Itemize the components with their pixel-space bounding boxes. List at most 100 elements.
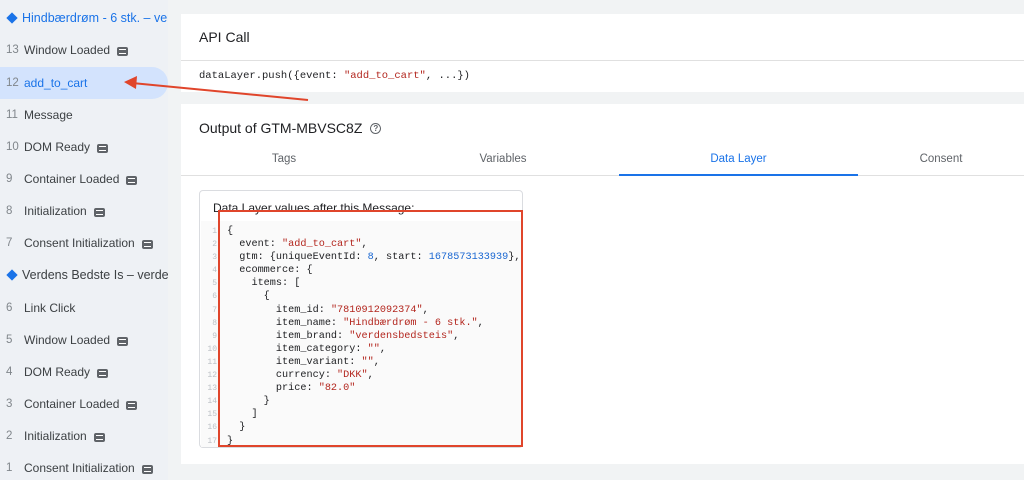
- code-line: gtm: {uniqueEventId: 8, start: 167857313…: [227, 251, 521, 264]
- code-text: item_brand:: [227, 330, 350, 342]
- tag-fired-icon: [126, 400, 138, 410]
- tab-variables[interactable]: Variables: [387, 142, 619, 176]
- line-number: 4: [212, 266, 217, 276]
- sidebar-event-8[interactable]: 8 Initialization: [0, 195, 168, 227]
- event-number: 4: [6, 366, 13, 378]
- event-number: 1: [6, 462, 13, 474]
- code-text: currency:: [227, 370, 338, 382]
- event-label: Container Loaded: [24, 397, 120, 411]
- output-title-text: Output of GTM-MBVSC8Z: [199, 120, 363, 136]
- code-text: item_category:: [227, 343, 368, 355]
- sidebar-event-13[interactable]: 13 Window Loaded: [0, 34, 168, 66]
- tag-fired-icon: [141, 464, 153, 474]
- tag-fired-icon: [93, 207, 105, 217]
- event-label: Window Loaded: [24, 333, 111, 347]
- tag-fired-icon: [126, 175, 138, 185]
- event-label: Consent Initialization: [24, 236, 135, 250]
- code-text: , ...}): [425, 70, 470, 82]
- sidebar-event-2[interactable]: 2 Initialization: [0, 420, 168, 452]
- event-number: 9: [6, 173, 13, 185]
- event-label: Link Click: [24, 301, 76, 315]
- data-layer-card: Data Layer values after this Message: 1 …: [199, 190, 523, 448]
- code-text: ,: [373, 356, 380, 368]
- code-line: item_variant: "",: [227, 356, 521, 369]
- data-layer-card-title: Data Layer values after this Message:: [213, 201, 415, 215]
- line-number: 12: [207, 371, 217, 381]
- line-number: 17: [207, 436, 217, 446]
- code-lines: { event: "add_to_cart", gtm: {uniqueEven…: [227, 225, 521, 448]
- sidebar-event-9[interactable]: 9 Container Loaded: [0, 163, 168, 195]
- code-line: item_brand: "verdensbedsteis",: [227, 330, 521, 343]
- sidebar-event-7[interactable]: 7 Consent Initialization: [0, 227, 168, 259]
- code-line: price: "82.0": [227, 382, 521, 395]
- code-text: }: [227, 435, 234, 447]
- event-number: 12: [6, 77, 19, 89]
- code-string: "verdensbedsteis": [349, 330, 454, 342]
- active-tab-indicator: [619, 174, 858, 176]
- page-diamond-icon: [6, 269, 18, 281]
- code-line: }: [227, 435, 521, 448]
- line-number: 5: [212, 279, 217, 289]
- sidebar-event-1[interactable]: 1 Consent Initialization: [0, 452, 168, 480]
- code-string: "add_to_cart": [343, 70, 426, 82]
- line-number: 9: [212, 331, 217, 341]
- code-string: "Hindbærdrøm - 6 stk.": [343, 317, 478, 329]
- code-text: ,: [379, 343, 386, 355]
- line-number: 11: [207, 357, 217, 367]
- line-number: 3: [212, 253, 217, 263]
- page-diamond-icon: [6, 12, 18, 24]
- code-text: item_id:: [227, 304, 331, 316]
- sidebar-event-10[interactable]: 10 DOM Ready: [0, 131, 168, 163]
- code-line: }: [227, 421, 521, 434]
- event-number: 5: [6, 334, 13, 346]
- sidebar-event-11[interactable]: 11 Message: [0, 99, 168, 131]
- code-text: item_variant:: [227, 356, 362, 368]
- sidebar-event-12[interactable]: 12 add_to_cart: [0, 67, 168, 99]
- event-number: 8: [6, 205, 13, 217]
- data-layer-code: 1 2 3 4 5 6 7 8 9 10 11 12 13 14 15 16 1…: [201, 221, 522, 447]
- sidebar-group-hindbaerdrom[interactable]: Hindbærdrøm - 6 stk. – ver: [0, 2, 168, 34]
- code-line: currency: "DKK",: [227, 369, 521, 382]
- help-icon[interactable]: ?: [370, 122, 382, 134]
- tab-consent[interactable]: Consent: [858, 142, 1024, 176]
- group-title: Hindbærdrøm - 6 stk. – ver: [22, 11, 168, 25]
- code-text: dataLayer.push({event:: [199, 70, 344, 82]
- sidebar-event-5[interactable]: 5 Window Loaded: [0, 324, 168, 356]
- tab-tags[interactable]: Tags: [181, 142, 387, 176]
- sidebar-event-6[interactable]: 6 Link Click: [0, 292, 168, 324]
- tab-data-layer[interactable]: Data Layer: [619, 142, 858, 176]
- event-number: 13: [6, 44, 19, 56]
- output-panel: Output of GTM-MBVSC8Z ? Tags Variables D…: [181, 104, 1024, 464]
- code-line: items: [: [227, 277, 521, 290]
- sidebar-event-3[interactable]: 3 Container Loaded: [0, 388, 168, 420]
- event-label: Message: [24, 108, 73, 122]
- code-line: {: [227, 225, 521, 238]
- code-text: }: [227, 396, 270, 408]
- line-number: 10: [207, 344, 217, 354]
- code-text: ecommerce: {: [227, 265, 313, 277]
- group-title: Verdens Bedste Is – verden: [22, 268, 168, 282]
- code-text: },: [508, 252, 521, 264]
- code-text: ,: [453, 330, 460, 342]
- code-text: items: [: [227, 278, 301, 290]
- event-label: DOM Ready: [24, 140, 91, 154]
- tag-fired-icon: [93, 432, 105, 442]
- event-label: Consent Initialization: [24, 461, 135, 475]
- line-number: 1: [212, 227, 217, 236]
- code-line: event: "add_to_cart",: [227, 238, 521, 251]
- code-string: "82.0": [318, 383, 356, 395]
- event-number: 6: [6, 302, 13, 314]
- sidebar-event-4[interactable]: 4 DOM Ready: [0, 356, 168, 388]
- event-number: 10: [6, 141, 19, 153]
- event-number: 7: [6, 237, 13, 249]
- code-text: gtm: {uniqueEventId:: [227, 252, 368, 264]
- code-text: ,: [477, 317, 484, 329]
- code-string: "": [361, 356, 374, 368]
- code-line: ecommerce: {: [227, 264, 521, 277]
- line-number: 8: [212, 318, 217, 328]
- event-label: Initialization: [24, 204, 87, 218]
- line-number: 15: [207, 410, 217, 420]
- sidebar-group-verdens-bedste-is[interactable]: Verdens Bedste Is – verden: [0, 259, 168, 291]
- output-tabs: Tags Variables Data Layer Consent: [181, 142, 1024, 176]
- line-number: 13: [207, 384, 217, 394]
